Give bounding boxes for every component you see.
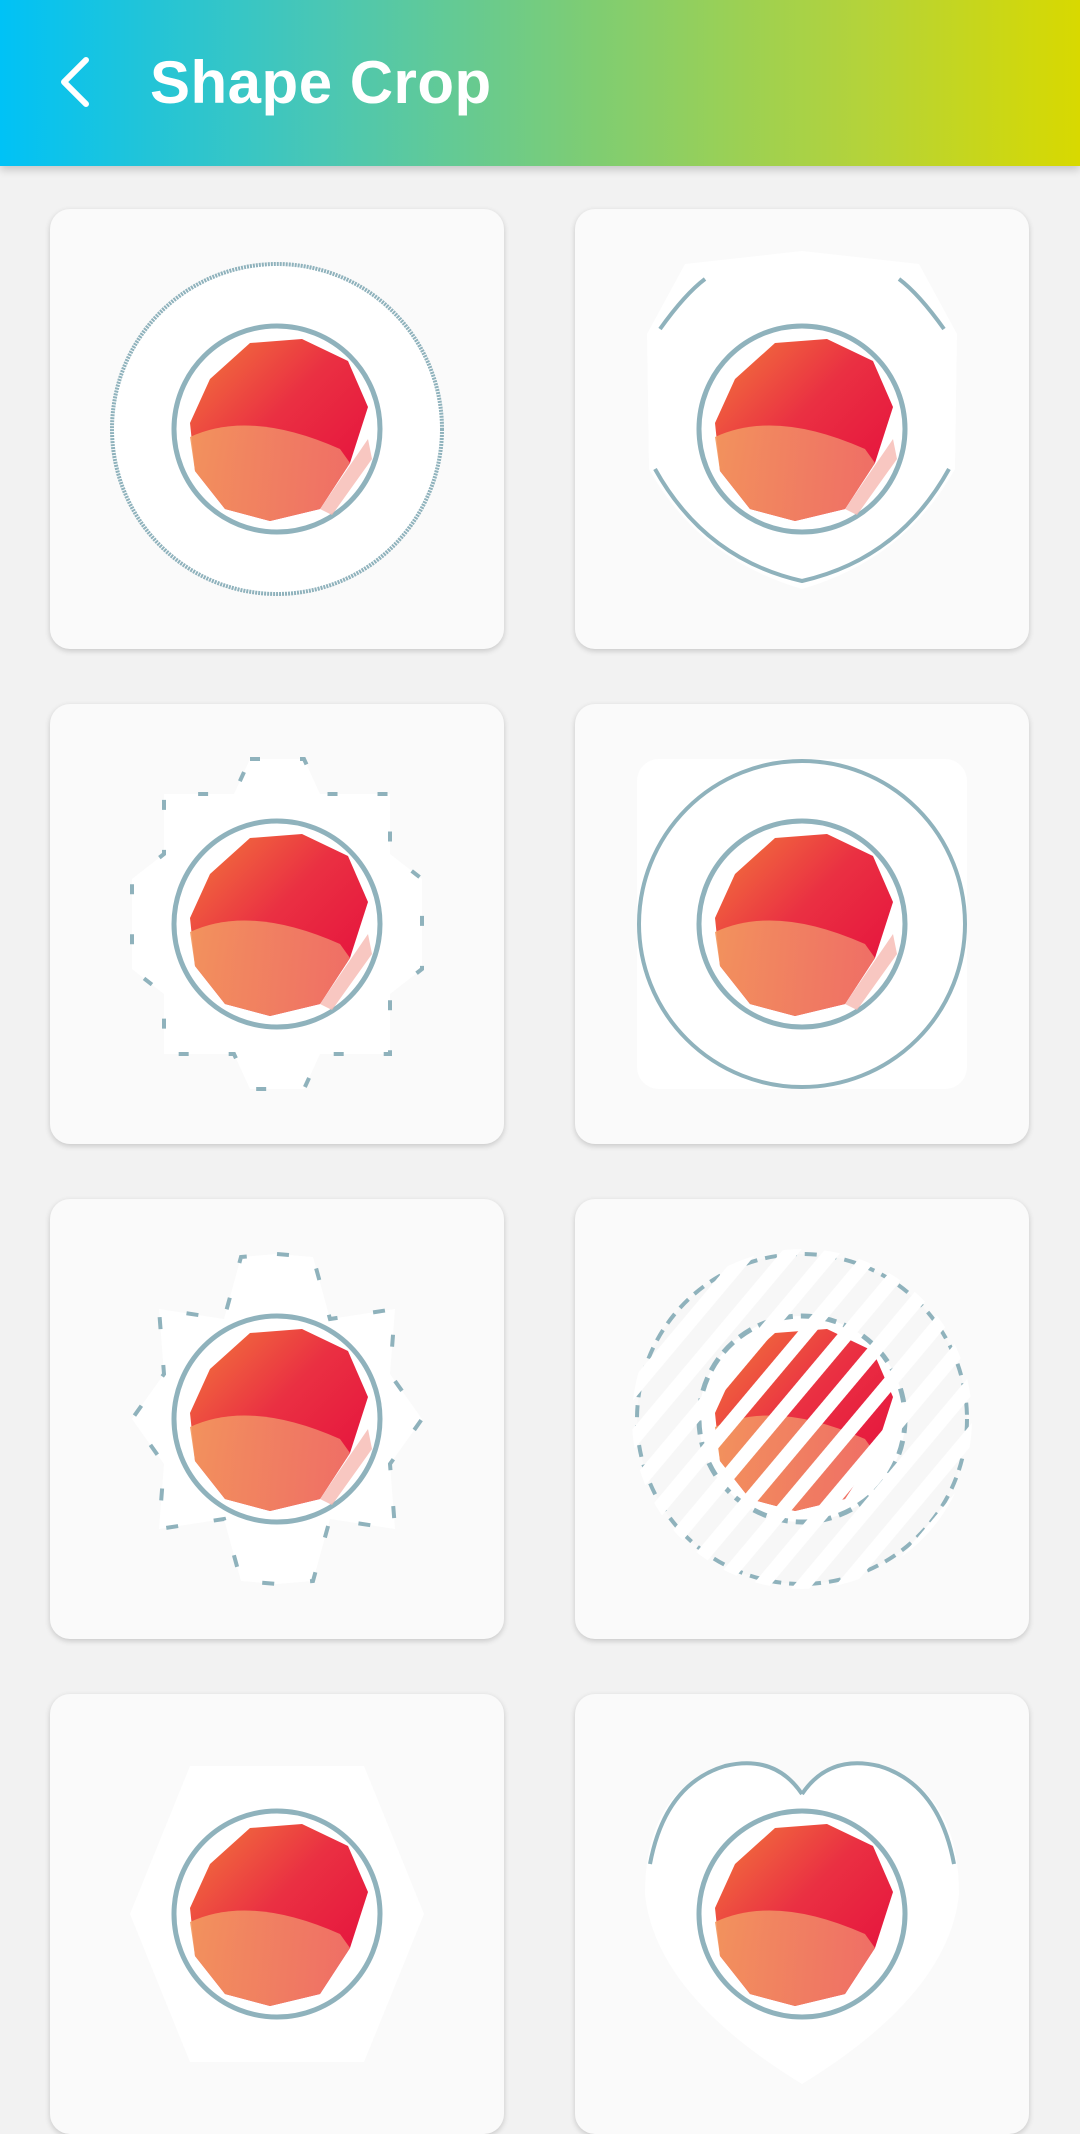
shape-card-rounded-square[interactable]	[575, 704, 1029, 1144]
shape-card-gear[interactable]	[50, 704, 504, 1144]
shape-card-circle[interactable]	[50, 209, 504, 649]
back-button[interactable]	[44, 50, 108, 114]
app-bar: Shape Crop	[0, 0, 1080, 166]
shape-card-heart[interactable]	[575, 1694, 1029, 2134]
shape-card-hexagon[interactable]	[50, 1694, 504, 2134]
shape-grid	[0, 0, 1080, 2134]
shape-card-star[interactable]	[50, 1199, 504, 1639]
back-arrow-icon	[61, 57, 89, 107]
shape-card-striped-circle[interactable]	[575, 1199, 1029, 1639]
shape-card-shield[interactable]	[575, 209, 1029, 649]
page-title: Shape Crop	[150, 49, 492, 116]
